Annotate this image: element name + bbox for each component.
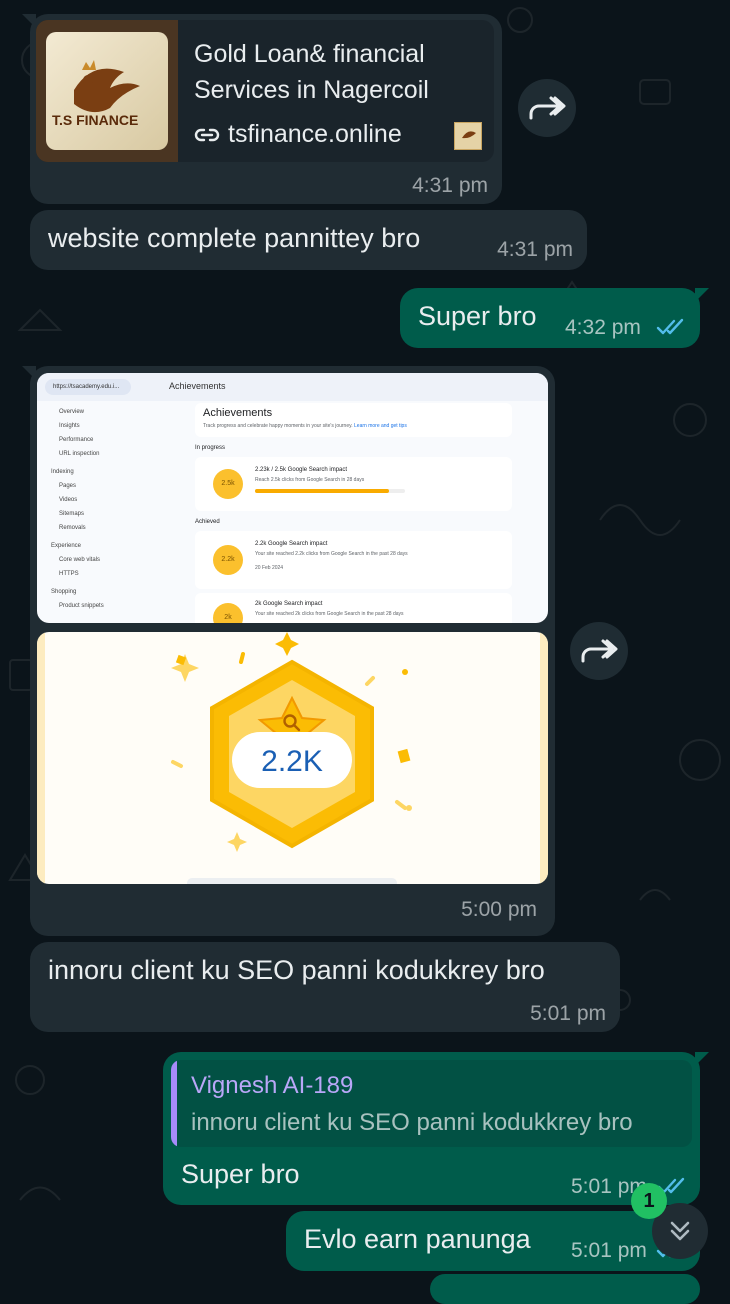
quote-author: Vignesh AI-189 — [191, 1072, 354, 1099]
image-attachment-badge[interactable]: 2.2K — [37, 632, 548, 884]
nav-section[interactable]: Shopping — [47, 585, 104, 599]
nav-item[interactable]: URL inspection — [47, 447, 104, 461]
message-text: innoru client ku SEO panni kodukkrey bro — [48, 955, 545, 985]
forward-icon — [581, 639, 618, 663]
card-title: Achievements — [203, 407, 273, 419]
message-image-group[interactable]: https://tsacademy.edu.i... Achievements … — [22, 366, 555, 936]
message-text: Super bro — [181, 1159, 300, 1189]
message-outgoing[interactable]: Evlo earn panunga 5:01 pm — [286, 1211, 700, 1271]
badge-2-5k: 2.5k — [213, 469, 243, 499]
nav-item[interactable]: Removals — [47, 521, 104, 535]
achievement-title: 2.2k Google Search impact — [255, 541, 328, 547]
message-time: 4:31 pm — [412, 174, 488, 197]
forward-button[interactable] — [518, 79, 576, 137]
nav-section[interactable]: Experience — [47, 539, 104, 553]
badge-2k: 2k — [213, 603, 243, 623]
achievement-date: 20 Feb 2024 — [255, 565, 284, 571]
message-time: 5:00 pm — [461, 898, 537, 921]
image-attachment-screenshot[interactable]: https://tsacademy.edu.i... Achievements … — [37, 373, 548, 623]
card-link[interactable]: Learn more and get tips — [354, 423, 407, 429]
link-preview-url[interactable]: tsfinance.online — [194, 120, 402, 149]
link-url-text: tsfinance.online — [228, 120, 402, 148]
message-text: Super bro — [418, 301, 537, 331]
message-outgoing[interactable]: Super bro 4:32 pm — [400, 288, 709, 348]
nav-item[interactable]: Performance — [47, 433, 104, 447]
unread-count-badge: 1 — [631, 1183, 667, 1219]
nav-item[interactable]: Product snippets — [47, 599, 104, 613]
link-preview-thumbnail: T.S FINANCE — [36, 20, 178, 162]
finance-logo-text: T.S FINANCE — [52, 112, 139, 128]
forward-button[interactable] — [570, 622, 628, 680]
read-receipt-icon — [656, 318, 684, 335]
card-subtitle: Track progress and celebrate happy momen… — [203, 423, 353, 429]
achieved-label: Achieved — [195, 519, 220, 525]
message-text: website complete pannittey bro — [48, 223, 421, 253]
achievement-title: 2.23k / 2.5k Google Search impact — [255, 467, 348, 473]
nav-section[interactable]: Indexing — [47, 465, 104, 479]
message-time: 4:32 pm — [565, 316, 641, 339]
badge-2-2k: 2.2k — [213, 545, 243, 575]
in-progress-label: In progress — [195, 445, 226, 451]
browser-header: https://tsacademy.edu.i... Achievements — [37, 373, 548, 401]
url-bar: https://tsacademy.edu.i... — [45, 379, 131, 395]
achievement-progress — [255, 489, 405, 493]
message-outgoing-partial[interactable] — [430, 1274, 700, 1304]
nav-item[interactable]: Core web vitals — [47, 553, 104, 567]
nav-item[interactable]: Videos — [47, 493, 104, 507]
nav-item[interactable]: Insights — [47, 419, 104, 433]
message-time: 5:01 pm — [530, 1002, 606, 1025]
achievement-item[interactable]: 2k 2k Google Search impact Your site rea… — [195, 593, 512, 623]
nav-item[interactable]: Pages — [47, 479, 104, 493]
message-incoming[interactable]: innoru client ku SEO panni kodukkrey bro… — [30, 942, 620, 1032]
achievement-desc: Reach 2.5k clicks from Google Search in … — [255, 477, 365, 483]
link-preview-card[interactable]: T.S FINANCE Gold Loan& financial Service… — [36, 20, 494, 162]
page-heading: Achievements — [169, 381, 226, 391]
message-incoming[interactable]: website complete pannittey bro 4:31 pm — [30, 210, 587, 270]
achievements-card: Achievements Track progress and celebrat… — [195, 403, 512, 437]
message-outgoing-reply[interactable]: Vignesh AI-189 innoru client ku SEO pann… — [163, 1052, 709, 1205]
nav-item[interactable]: Sitemaps — [47, 507, 104, 521]
double-chevron-down-icon — [670, 1221, 690, 1241]
quote-accent-bar — [171, 1060, 177, 1147]
message-time: 5:01 pm — [571, 1239, 647, 1262]
nav-item[interactable]: HTTPS — [47, 567, 104, 581]
quoted-message[interactable]: Vignesh AI-189 innoru client ku SEO pann… — [171, 1060, 692, 1147]
message-link-preview[interactable]: T.S FINANCE Gold Loan& financial Service… — [22, 14, 502, 204]
quote-text: innoru client ku SEO panni kodukkrey bro — [191, 1109, 633, 1136]
achievement-item[interactable]: 2.2k 2.2k Google Search impact Your site… — [195, 531, 512, 589]
achievement-item[interactable]: 2.5k 2.23k / 2.5k Google Search impact R… — [195, 457, 512, 511]
message-time: 4:31 pm — [497, 238, 573, 261]
link-preview-title: Gold Loan& financial Services in Nagerco… — [194, 40, 429, 104]
console-sidebar: Overview Insights Performance URL inspec… — [37, 401, 187, 623]
message-text: Evlo earn panunga — [304, 1224, 531, 1254]
achievement-title: 2k Google Search impact — [255, 601, 323, 607]
achievement-desc: Your site reached 2.2k clicks from Googl… — [255, 551, 408, 557]
badge-value: 2.2K — [261, 745, 323, 778]
link-icon — [194, 128, 220, 141]
forward-icon — [529, 96, 566, 120]
site-favicon — [454, 122, 482, 150]
achievement-desc: Your site reached 2k clicks from Google … — [255, 611, 404, 617]
nav-item[interactable]: Overview — [47, 405, 104, 419]
search-icon — [283, 714, 301, 732]
